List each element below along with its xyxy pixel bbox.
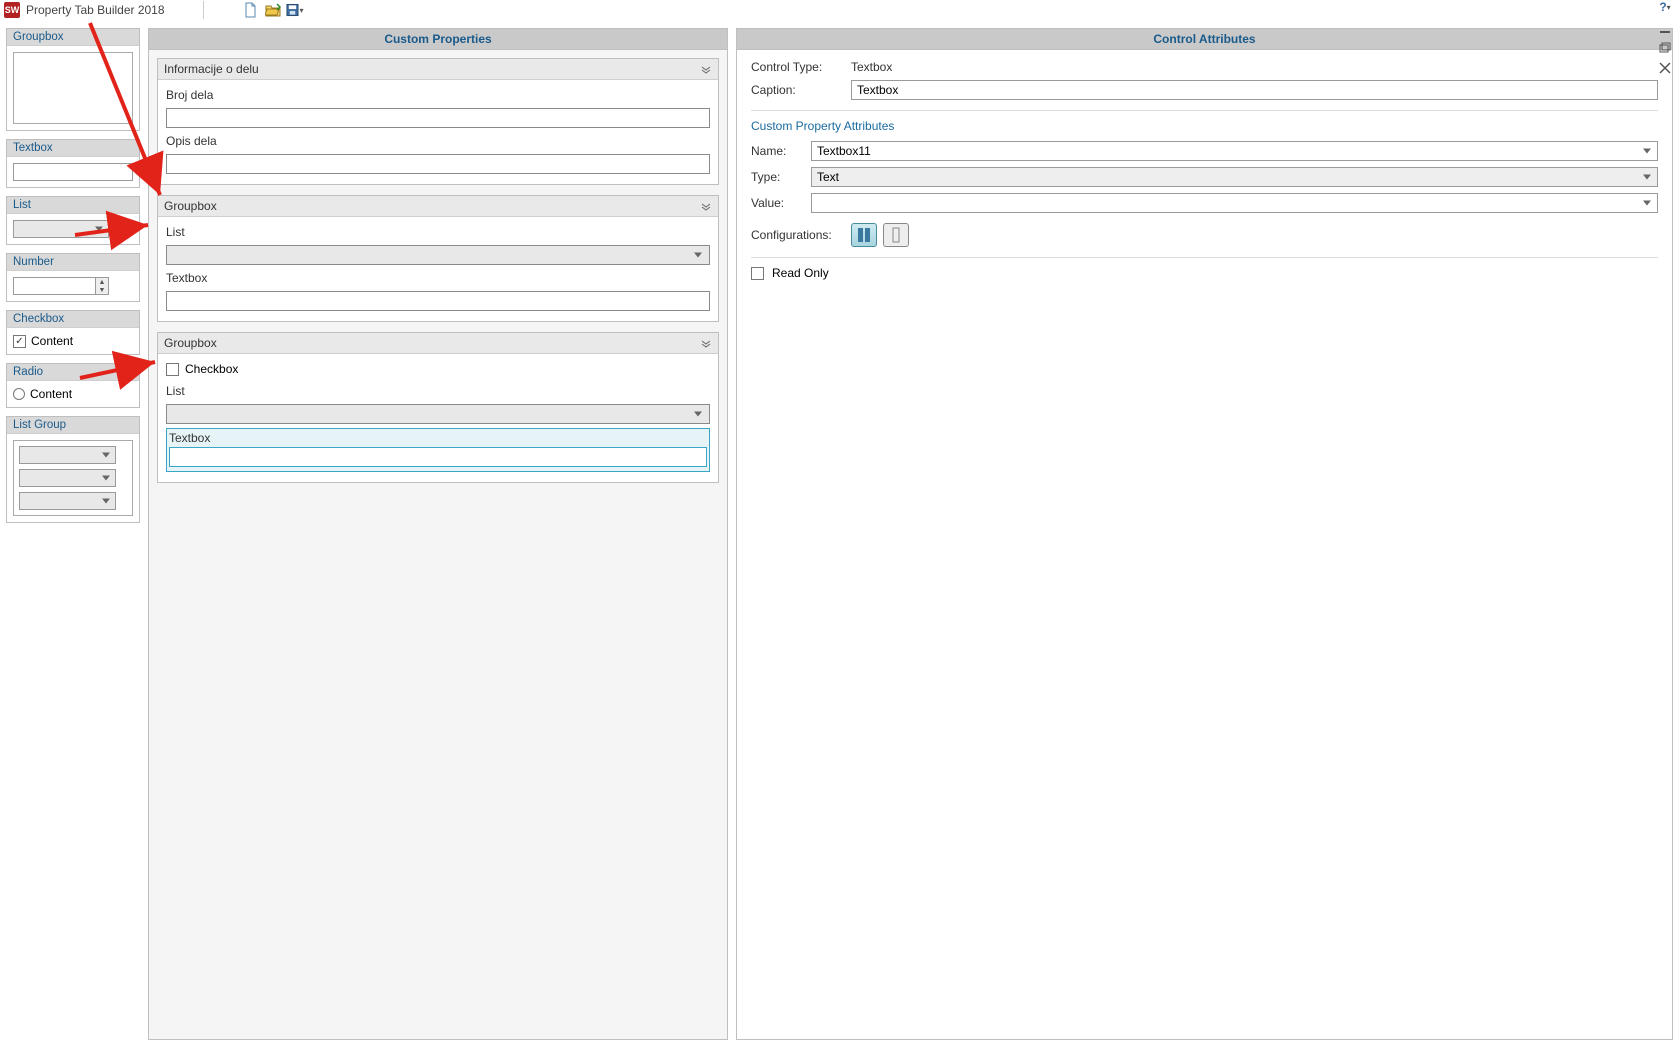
field-checkbox-g3[interactable]: Checkbox <box>166 360 710 378</box>
field-label-brojdela: Broj dela <box>166 86 710 104</box>
app-icon: SW <box>4 2 20 18</box>
save-icon[interactable]: ▾ <box>286 1 304 19</box>
field-label-list-g3: List <box>166 382 710 400</box>
toolbox-textbox[interactable]: Textbox <box>6 139 140 188</box>
groupbox-3[interactable]: Groupbox Checkbox List Textbo <box>157 332 719 483</box>
title-bar: SW Property Tab Builder 2018 ▾ ?▾ <box>0 0 1679 20</box>
custom-properties-title: Custom Properties <box>149 29 727 50</box>
readonly-label: Read Only <box>772 266 829 280</box>
groupbox-2-header: Groupbox <box>164 199 217 213</box>
toolbox-listgroup-header: List Group <box>7 417 139 434</box>
groupbox-3-header: Groupbox <box>164 336 217 350</box>
config-all-button[interactable] <box>851 223 877 247</box>
minimize-icon[interactable] <box>1657 22 1673 34</box>
field-label-textbox-g2: Textbox <box>166 269 710 287</box>
list-preview <box>13 220 109 238</box>
name-combo-value: Textbox11 <box>817 144 871 158</box>
type-label: Type: <box>751 170 801 184</box>
control-attributes-title: Control Attributes <box>737 29 1672 50</box>
divider <box>751 257 1658 258</box>
groupbox-preview <box>13 52 133 124</box>
checkbox-preview-label: Content <box>31 334 73 348</box>
checkbox-preview: ✓ Content <box>13 334 133 348</box>
field-checkbox-label-g3: Checkbox <box>185 362 238 376</box>
toolbox-listgroup[interactable]: List Group <box>6 416 140 523</box>
restore-icon[interactable] <box>1657 42 1673 54</box>
selected-textbox-input[interactable] <box>169 447 707 467</box>
toolbox-groupbox-header: Groupbox <box>7 29 139 46</box>
groupbox-2[interactable]: Groupbox List Textbox <box>157 195 719 322</box>
type-combo[interactable]: Text <box>811 167 1658 187</box>
selected-textbox-control[interactable]: Textbox <box>166 428 710 472</box>
type-combo-value: Text <box>817 170 839 184</box>
toolbox-list-header: List <box>7 197 139 214</box>
toolbox-groupbox[interactable]: Groupbox <box>6 28 140 131</box>
value-label: Value: <box>751 196 801 210</box>
radio-preview-label: Content <box>30 387 72 401</box>
divider <box>751 110 1658 111</box>
field-dropdown-list-g2[interactable] <box>166 245 710 265</box>
value-combo[interactable] <box>811 193 1658 213</box>
separator <box>203 1 204 19</box>
toolbox-panel: Groupbox Textbox List Number ▲▼ Checkbox <box>6 28 140 1040</box>
new-file-icon[interactable] <box>242 1 260 19</box>
groupbox-info[interactable]: Informacije o delu Broj dela Opis dela <box>157 58 719 185</box>
toolbox-number[interactable]: Number ▲▼ <box>6 253 140 302</box>
groupbox-info-header: Informacije o delu <box>164 62 259 76</box>
field-input-opisdela[interactable] <box>166 154 710 174</box>
toolbox-number-header: Number <box>7 254 139 271</box>
toolbox-checkbox-header: Checkbox <box>7 311 139 328</box>
field-label-list-g2: List <box>166 223 710 241</box>
field-label-opisdela: Opis dela <box>166 132 710 150</box>
name-label: Name: <box>751 144 801 158</box>
number-preview: ▲▼ <box>13 277 109 295</box>
toolbox-list[interactable]: List <box>6 196 140 245</box>
collapse-icon[interactable] <box>700 63 712 75</box>
configurations-label: Configurations: <box>751 228 841 242</box>
help-icon[interactable]: ?▾ <box>1657 0 1673 14</box>
readonly-checkbox[interactable]: Read Only <box>751 266 1658 280</box>
open-file-icon[interactable] <box>264 1 282 19</box>
control-type-label: Control Type: <box>751 60 841 74</box>
field-dropdown-list-g3[interactable] <box>166 404 710 424</box>
control-attributes-panel: Control Attributes Control Type: Textbox… <box>736 28 1673 1040</box>
config-this-button[interactable] <box>883 223 909 247</box>
field-input-textbox-g2[interactable] <box>166 291 710 311</box>
caption-input[interactable] <box>851 80 1658 100</box>
toolbox-radio[interactable]: Radio Content <box>6 363 140 408</box>
textbox-preview <box>13 163 133 181</box>
caption-label: Caption: <box>751 83 841 97</box>
custom-properties-panel: Custom Properties Informacije o delu Bro… <box>148 28 728 1040</box>
toolbox-radio-header: Radio <box>7 364 139 381</box>
toolbox-checkbox[interactable]: Checkbox ✓ Content <box>6 310 140 355</box>
custom-property-attrs-title: Custom Property Attributes <box>751 119 1658 133</box>
close-icon[interactable] <box>1657 62 1673 74</box>
toolbox-textbox-header: Textbox <box>7 140 139 157</box>
name-combo[interactable]: Textbox11 <box>811 141 1658 161</box>
listgroup-preview <box>13 440 133 516</box>
control-type-value: Textbox <box>851 60 892 74</box>
collapse-icon[interactable] <box>700 200 712 212</box>
selected-textbox-label: Textbox <box>169 429 707 447</box>
field-input-brojdela[interactable] <box>166 108 710 128</box>
app-title: Property Tab Builder 2018 <box>26 3 165 17</box>
collapse-icon[interactable] <box>700 337 712 349</box>
radio-preview: Content <box>13 387 133 401</box>
